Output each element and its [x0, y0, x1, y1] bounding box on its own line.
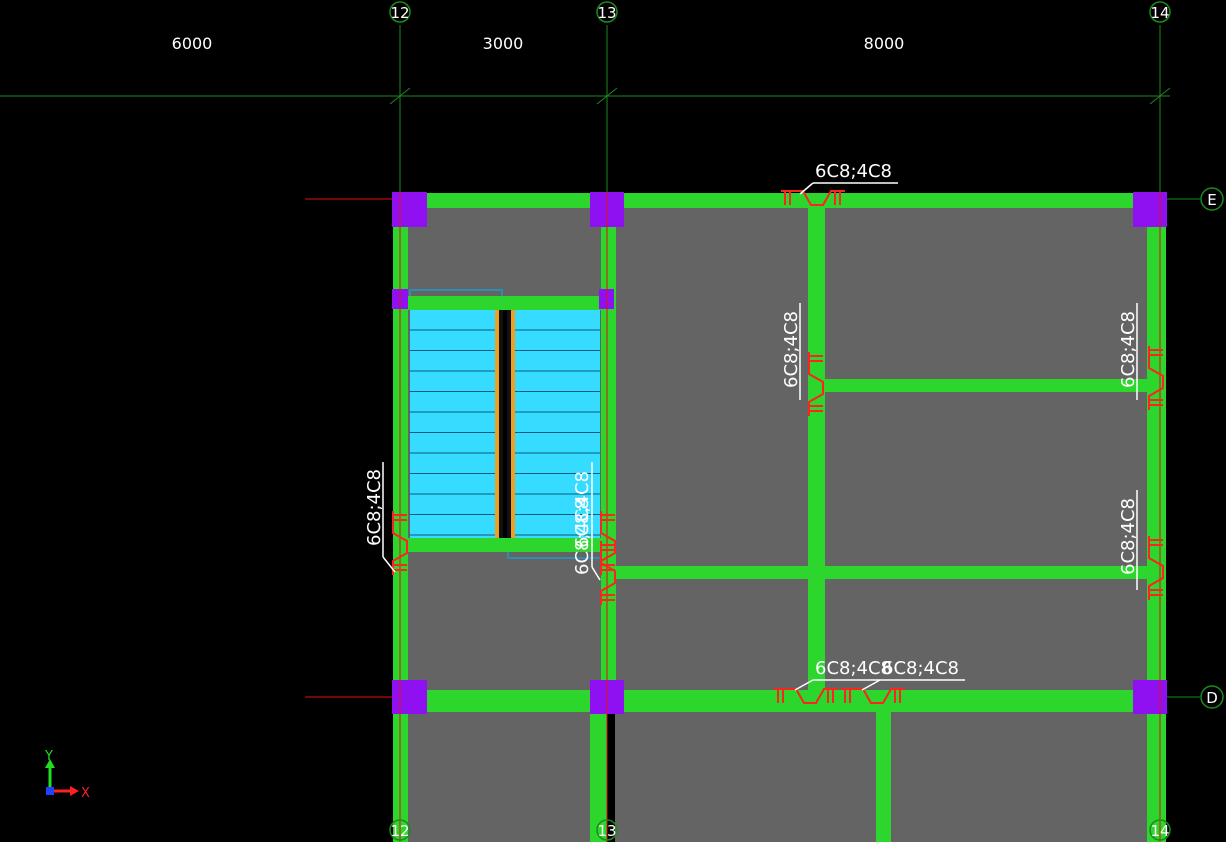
axis-label-12-top: 12: [390, 4, 409, 22]
axis-bubble-E: E: [1200, 187, 1224, 211]
rebar-label-bottom-b[interactable]: 6C8;4C8: [882, 658, 959, 679]
axis-label-13-bottom: 13: [597, 822, 616, 840]
dimension-8000: 8000: [864, 34, 905, 53]
rebar-label-left[interactable]: 6C8;4C8: [364, 469, 385, 546]
axis-bubble-D: D: [1200, 685, 1224, 709]
axis-label-14-top: 14: [1150, 4, 1169, 22]
rebar-label-top[interactable]: 6C8;4C8: [815, 161, 892, 182]
cad-drawing[interactable]: 6C8;4C8 6C8;4C8 6C8;4C8 6C8;4C8 6C8;4C8 …: [0, 0, 1226, 842]
axis-bubble-12-top: 12: [389, 1, 411, 23]
axis-label-E: E: [1207, 191, 1216, 209]
rebar-label-stair-b[interactable]: 6C8;4C8: [572, 498, 593, 575]
axis-label-D: D: [1206, 689, 1218, 707]
axis-label-12-bottom: 12: [390, 822, 409, 840]
ucs-y-label: Y: [44, 749, 53, 764]
dimension-6000: 6000: [172, 34, 213, 53]
dimension-3000: 3000: [483, 34, 524, 53]
axis-bubble-13-bottom: 13: [596, 819, 618, 841]
rebar-label-right-lower[interactable]: 6C8;4C8: [1118, 498, 1139, 575]
axis-bubble-12-bottom: 12: [389, 819, 411, 841]
axis-bubble-13-top: 13: [596, 1, 618, 23]
rebar-label-right-upper[interactable]: 6C8;4C8: [1118, 311, 1139, 388]
ucs-icon: Y X: [44, 749, 90, 801]
rebar-label-beam-mid[interactable]: 6C8;4C8: [781, 311, 802, 388]
rebar-label-bottom-a[interactable]: 6C8;4C8: [815, 658, 892, 679]
axis-label-13-top: 13: [597, 4, 616, 22]
axis-bubble-14-top: 14: [1149, 1, 1171, 23]
axis-label-14-bottom: 14: [1150, 822, 1169, 840]
axis-bubble-14-bottom: 14: [1149, 819, 1171, 841]
ucs-x-label: X: [81, 786, 90, 801]
